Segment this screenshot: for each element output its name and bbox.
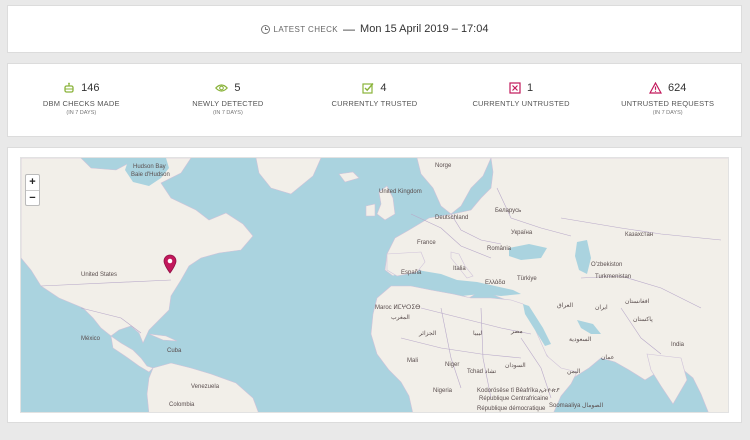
map-label: Беларусь [495, 208, 522, 214]
zoom-control: + − [25, 174, 40, 206]
stat-currently-untrusted: 1 CURRENTLY UNTRUSTED [448, 64, 595, 136]
map-label: عمان [601, 355, 615, 361]
map-label: Oʻzbekiston [591, 262, 623, 268]
map-label: ليبيا [473, 331, 483, 337]
map-label: République démocratique [477, 406, 546, 412]
map-label: پاکستان [633, 317, 653, 323]
stat-sublabel: (IN 7 DAYS) [652, 110, 683, 116]
map-label: Казахстан [625, 232, 654, 238]
map-label: México [81, 336, 101, 342]
separator-dash: — [343, 22, 356, 36]
map-label: Deutschland [435, 215, 469, 221]
map-label: السودان [505, 363, 526, 369]
stat-label: NEWLY DETECTED [192, 99, 264, 108]
map-label: Niger [445, 362, 460, 368]
eye-icon [215, 83, 229, 93]
map-label: République Centrafricaine [479, 396, 549, 402]
stat-value: 146 [81, 82, 100, 94]
map-label: Norge [435, 163, 452, 169]
stat-sublabel: (IN 7 DAYS) [212, 110, 243, 116]
map-label: Cuba [167, 348, 182, 354]
map-label: ኢትዮጵያ [539, 388, 560, 394]
stat-currently-trusted: 4 CURRENTLY TRUSTED [301, 64, 448, 136]
map-label: Mali [407, 358, 419, 364]
stat-label: CURRENTLY UNTRUSTED [472, 99, 570, 108]
map-label: Colombia [169, 402, 195, 408]
latest-check-label: LATEST CHECK [273, 24, 339, 34]
location-pin-icon[interactable] [163, 254, 177, 279]
warning-triangle-icon [648, 82, 662, 94]
stat-value: 624 [667, 82, 687, 94]
stats-card: 146 DBM CHECKS MADE (IN 7 DAYS) 5 NEWLY … [7, 63, 742, 137]
map-card: Hudson Bay Baie d'Hudson United States M… [7, 147, 742, 423]
map-label: România [487, 246, 512, 252]
stat-value: 1 [527, 82, 534, 94]
world-map[interactable]: Hudson Bay Baie d'Hudson United States M… [20, 157, 729, 413]
map-label: Venezuela [191, 384, 220, 390]
zoom-out-button[interactable]: − [26, 190, 39, 205]
stat-label: UNTRUSTED REQUESTS [621, 99, 715, 108]
map-label: United States [81, 272, 118, 278]
stat-label: DBM CHECKS MADE [42, 99, 120, 108]
map-label: Tchad تشاد [467, 369, 497, 375]
map-label: المغرب [391, 315, 410, 321]
map-label: Україна [511, 230, 533, 236]
map-label: France [417, 240, 436, 246]
check-square-icon [362, 82, 374, 94]
stat-value: 5 [234, 82, 241, 94]
latest-check-value: Mon 15 April 2019 – 17:04 [360, 23, 489, 35]
latest-check-card: LATEST CHECK — Mon 15 April 2019 – 17:04 [7, 5, 742, 53]
map-label: اليمن [567, 369, 581, 375]
map-label: الجزائر [419, 331, 437, 337]
robot-icon [63, 82, 75, 94]
map-label: Kodorösêse tî Bêafrîka [477, 388, 539, 394]
map-label: Nigeria [433, 388, 453, 394]
map-label: España [401, 270, 422, 276]
stat-dbm-checks: 146 DBM CHECKS MADE (IN 7 DAYS) [8, 64, 155, 136]
map-label: ایران [595, 305, 608, 311]
map-label: Türkiye [517, 276, 537, 282]
map-label: India [671, 342, 685, 348]
map-label: United Kingdom [379, 189, 422, 195]
stat-untrusted-requests: 624 UNTRUSTED REQUESTS (IN 7 DAYS) [594, 64, 741, 136]
map-label: العراق [557, 303, 574, 309]
map-basemap [21, 158, 728, 412]
x-square-icon [509, 82, 521, 94]
map-label: افغانستان [625, 299, 650, 305]
zoom-in-button[interactable]: + [26, 175, 39, 190]
map-label: Soomaaliya الصومال [549, 403, 604, 409]
stat-label: CURRENTLY TRUSTED [331, 99, 418, 108]
map-label: Italia [453, 266, 466, 272]
map-label: Hudson Bay [133, 164, 166, 170]
map-label: السعودية [569, 337, 592, 343]
stat-sublabel: (IN 7 DAYS) [66, 110, 97, 116]
clock-icon [260, 24, 270, 34]
map-label: Turkmenistan [595, 274, 632, 280]
stat-value: 4 [380, 82, 387, 94]
map-label: Baie d'Hudson [131, 172, 170, 178]
stat-newly-detected: 5 NEWLY DETECTED (IN 7 DAYS) [155, 64, 302, 136]
map-label: Maroc ⵍⵎⵖⵔⵉⴱ [375, 305, 421, 311]
map-label: Ελλάδα [485, 280, 506, 286]
latest-check-label-wrap: LATEST CHECK [260, 24, 339, 34]
map-label: مصر [511, 329, 523, 335]
